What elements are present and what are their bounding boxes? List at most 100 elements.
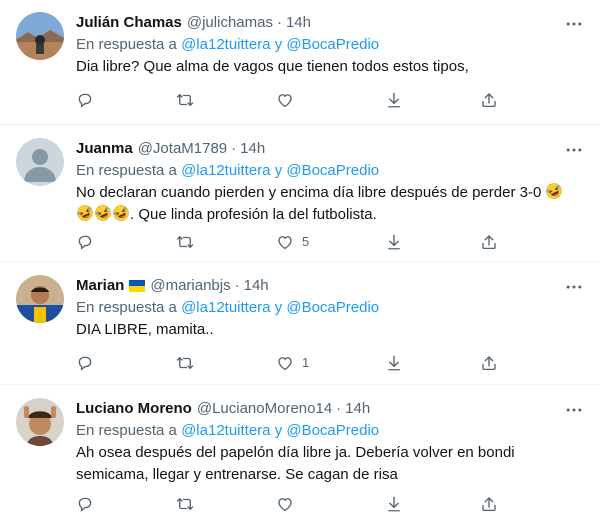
tweet-actions: 1 (76, 353, 496, 373)
share-button[interactable] (480, 494, 500, 514)
user-handle[interactable]: @marianbjs (150, 275, 230, 297)
tweet[interactable]: Juanma @JotaM1789 · 14h En respuesta a @… (0, 126, 600, 262)
tweet-header: Luciano Moreno @LucianoMoreno14 · 14h (76, 398, 584, 420)
reply-prefix: En respuesta a (76, 162, 177, 179)
like-button[interactable] (276, 90, 296, 110)
timestamp[interactable]: 14h (286, 12, 311, 34)
like-button[interactable]: 1 (276, 353, 309, 373)
rofl-emoji (76, 204, 94, 222)
share-up-icon (480, 91, 498, 109)
timestamp[interactable]: 14h (345, 398, 370, 420)
share-button[interactable] (480, 232, 500, 252)
reply-icon (76, 233, 94, 251)
timestamp[interactable]: 14h (244, 275, 269, 297)
download-button[interactable] (385, 232, 405, 252)
download-button[interactable] (385, 494, 405, 514)
more-icon[interactable] (564, 14, 584, 34)
separator-dot: · (234, 277, 240, 294)
ukraine-flag-icon (129, 280, 146, 292)
tweet-text-line: semicama, llegar y entrenarse. Se cagan … (76, 466, 398, 483)
like-count: 5 (302, 234, 310, 249)
tweet-actions (76, 494, 496, 514)
share-up-icon (480, 233, 498, 251)
reply-context: En respuesta a @la12tuittera y @BocaPred… (76, 34, 584, 56)
user-handle[interactable]: @JotaM1789 (138, 138, 227, 160)
reply-button[interactable] (76, 232, 96, 252)
avatar[interactable] (16, 398, 64, 446)
like-button[interactable]: 5 (276, 232, 309, 252)
tweet[interactable]: Luciano Moreno @LucianoMoreno14 · 14h En… (0, 386, 600, 523)
reply-mentions[interactable]: @la12tuittera y @BocaPredio (181, 36, 379, 53)
avatar[interactable] (16, 275, 64, 323)
retweet-icon (176, 495, 194, 513)
more-icon[interactable] (564, 277, 584, 297)
more-icon[interactable] (564, 140, 584, 160)
reply-button[interactable] (76, 90, 96, 110)
like-button[interactable] (276, 494, 296, 514)
tweet-text-line: No declaran cuando pierden y encima día … (76, 184, 542, 201)
reply-icon (76, 91, 94, 109)
reply-mentions[interactable]: @la12tuittera y @BocaPredio (181, 422, 379, 439)
tweet[interactable]: Julián Chamas @julichamas · 14h En respu… (0, 0, 600, 125)
separator-dot: · (276, 14, 282, 31)
share-down-icon (385, 495, 403, 513)
like-icon (276, 233, 294, 251)
share-down-icon (385, 91, 403, 109)
reply-mentions[interactable]: @la12tuittera y @BocaPredio (181, 162, 379, 179)
download-button[interactable] (385, 90, 405, 110)
more-icon[interactable] (564, 400, 584, 420)
separator-dot: · (336, 400, 342, 417)
retweet-icon (176, 233, 194, 251)
tweet-text-line: Ah osea después del papelón día libre ja… (76, 444, 515, 461)
rofl-emoji (112, 204, 130, 222)
share-up-icon (480, 354, 498, 372)
tweet-header: Juanma @JotaM1789 · 14h (76, 138, 584, 160)
retweet-icon (176, 91, 194, 109)
retweet-button[interactable] (176, 353, 196, 373)
reply-button[interactable] (76, 353, 96, 373)
tweet-actions (76, 90, 496, 110)
share-button[interactable] (480, 90, 500, 110)
user-handle[interactable]: @julichamas (187, 12, 273, 34)
rofl-emoji (94, 204, 112, 222)
reply-icon (76, 495, 94, 513)
download-button[interactable] (385, 353, 405, 373)
reply-context: En respuesta a @la12tuittera y @BocaPred… (76, 160, 584, 182)
user-handle[interactable]: @LucianoMoreno14 (197, 398, 332, 420)
reply-context: En respuesta a @la12tuittera y @BocaPred… (76, 420, 584, 442)
like-icon (276, 495, 294, 513)
avatar[interactable] (16, 12, 64, 60)
reply-context: En respuesta a @la12tuittera y @BocaPred… (76, 297, 584, 319)
reply-prefix: En respuesta a (76, 36, 177, 53)
tweet-text: Ah osea después del papelón día libre ja… (76, 442, 584, 486)
tweet-header: Marian @marianbjs · 14h (76, 275, 584, 297)
reply-prefix: En respuesta a (76, 299, 177, 316)
display-name[interactable]: Marian (76, 275, 124, 297)
like-icon (276, 354, 294, 372)
display-name[interactable]: Luciano Moreno (76, 398, 192, 420)
retweet-button[interactable] (176, 494, 196, 514)
tweet-text-line: . Que linda profesión la del futbolista. (130, 206, 377, 223)
tweet-actions: 5 (76, 232, 496, 252)
timestamp[interactable]: 14h (240, 138, 265, 160)
display-name[interactable]: Julián Chamas (76, 12, 182, 34)
avatar[interactable] (16, 138, 64, 186)
retweet-button[interactable] (176, 232, 196, 252)
reply-mentions[interactable]: @la12tuittera y @BocaPredio (181, 299, 379, 316)
like-count: 1 (302, 355, 310, 370)
reply-prefix: En respuesta a (76, 422, 177, 439)
tweet-text: Dia libre? Que alma de vagos que tienen … (76, 58, 469, 75)
tweet-text: DIA LIBRE, mamita.. (76, 321, 214, 338)
share-down-icon (385, 354, 403, 372)
share-up-icon (480, 495, 498, 513)
reply-button[interactable] (76, 494, 96, 514)
tweet[interactable]: Marian @marianbjs · 14h En respuesta a @… (0, 263, 600, 385)
display-name[interactable]: Juanma (76, 138, 133, 160)
share-button[interactable] (480, 353, 500, 373)
share-down-icon (385, 233, 403, 251)
tweet-header: Julián Chamas @julichamas · 14h (76, 12, 584, 34)
retweet-button[interactable] (176, 90, 196, 110)
tweet-text: No declaran cuando pierden y encima día … (76, 182, 584, 226)
retweet-icon (176, 354, 194, 372)
reply-icon (76, 354, 94, 372)
